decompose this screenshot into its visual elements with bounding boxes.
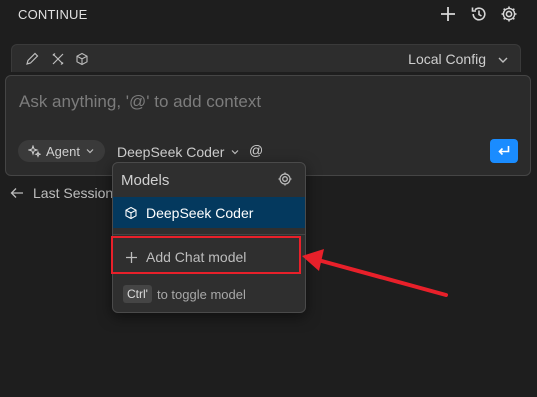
- divider: [113, 234, 305, 235]
- titlebar: CONTINUE: [0, 0, 537, 30]
- chat-input-box[interactable]: Ask anything, '@' to add context Agent D…: [5, 75, 531, 176]
- models-dropdown-title: Models: [121, 172, 170, 189]
- chevron-down-icon: [231, 150, 239, 155]
- add-context-button[interactable]: @: [249, 142, 263, 158]
- models-dropdown: Models DeepSeek Coder Add Chat model Ctr…: [112, 162, 306, 313]
- chat-input-placeholder[interactable]: Ask anything, '@' to add context: [19, 92, 261, 112]
- config-bar: Local Config: [11, 44, 521, 72]
- cube-icon[interactable]: [74, 51, 90, 67]
- last-session-label: Last Session: [33, 185, 114, 201]
- chevron-down-icon[interactable]: [496, 53, 510, 67]
- add-chat-model-label: Add Chat model: [146, 249, 247, 265]
- model-selector-label: DeepSeek Coder: [117, 144, 225, 160]
- enter-icon: [498, 146, 510, 156]
- pencil-icon[interactable]: [24, 51, 40, 67]
- add-chat-model-button[interactable]: Add Chat model: [113, 241, 305, 273]
- config-selector-label[interactable]: Local Config: [408, 51, 486, 67]
- model-option-selected[interactable]: DeepSeek Coder: [113, 197, 305, 228]
- model-option-label: DeepSeek Coder: [146, 204, 254, 221]
- arrow-left-icon: [10, 188, 23, 198]
- chevron-down-icon: [86, 149, 94, 154]
- plus-icon: [126, 251, 137, 263]
- gear-icon[interactable]: [277, 171, 293, 187]
- sparkle-icon: [28, 144, 41, 158]
- send-button[interactable]: [490, 139, 518, 163]
- shortcut-key: Ctrl': [123, 285, 152, 303]
- history-icon[interactable]: [468, 3, 490, 25]
- app-title: CONTINUE: [18, 7, 88, 22]
- last-session-link[interactable]: Last Session: [10, 184, 113, 202]
- toggle-model-text: to toggle model: [156, 286, 246, 302]
- model-selector[interactable]: DeepSeek Coder: [117, 142, 240, 162]
- plus-icon[interactable]: [437, 3, 459, 25]
- toggle-model-hint: Ctrl' to toggle model: [123, 284, 246, 304]
- mode-label: Agent: [46, 143, 80, 159]
- cube-icon: [125, 206, 137, 219]
- gear-icon[interactable]: [498, 3, 520, 25]
- tools-icon[interactable]: [50, 51, 66, 67]
- mode-selector[interactable]: Agent: [18, 140, 105, 162]
